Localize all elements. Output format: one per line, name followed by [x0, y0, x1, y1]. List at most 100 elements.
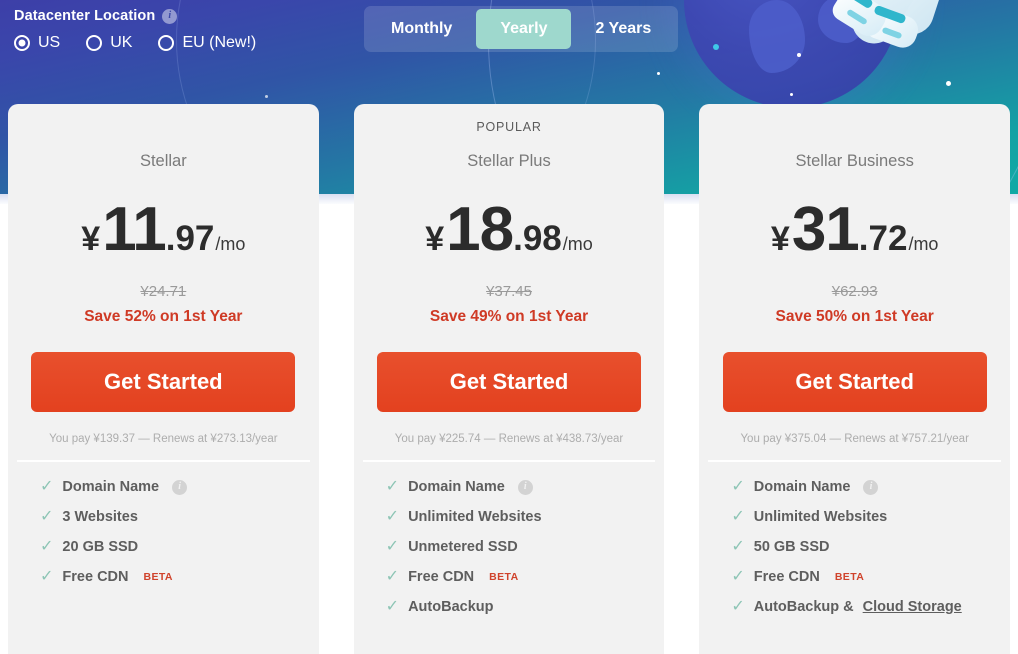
currency-symbol: ¥ [81, 222, 100, 256]
datacenter-title-row: Datacenter Location i [14, 8, 282, 24]
check-icon: ✓ [386, 539, 399, 555]
original-price: ¥62.93 [699, 283, 1010, 300]
check-icon: ✓ [386, 479, 399, 495]
renewal-note: You pay ¥375.04 — Renews at ¥757.21/year [699, 433, 1010, 445]
price-period: /mo [563, 234, 593, 255]
info-icon[interactable]: i [863, 480, 878, 495]
feature-label: Domain Name [408, 479, 505, 495]
check-icon: ✓ [386, 599, 399, 615]
radio-label-uk: UK [110, 34, 132, 52]
star-decoration [946, 81, 951, 86]
radio-circle-us[interactable] [14, 35, 30, 51]
feature-label: 3 Websites [62, 509, 138, 525]
check-icon: ✓ [731, 599, 744, 615]
list-item: ✓ Free CDN BETA [386, 569, 665, 585]
original-price: ¥37.45 [354, 283, 665, 300]
list-item: ✓ Unlimited Websites [386, 509, 665, 525]
badge-placeholder [8, 119, 319, 136]
feature-label: Unlimited Websites [754, 509, 887, 525]
popular-badge: POPULAR [354, 119, 665, 136]
list-item: ✓ AutoBackup [386, 599, 665, 615]
radio-label-us: US [38, 34, 60, 52]
check-icon: ✓ [386, 569, 399, 585]
info-icon[interactable]: i [172, 480, 187, 495]
savings-text: Save 50% on 1st Year [699, 308, 1010, 326]
pricing-card-stellar-business: Stellar Business ¥ 31 .72 /mo ¥62.93 Sav… [699, 104, 1010, 654]
currency-symbol: ¥ [771, 222, 790, 256]
price-display: ¥ 18 .98 /mo [354, 199, 665, 261]
check-icon: ✓ [731, 509, 744, 525]
renewal-note: You pay ¥139.37 — Renews at ¥273.13/year [8, 433, 319, 445]
pricing-cards: Stellar ¥ 11 .97 /mo ¥24.71 Save 52% on … [8, 104, 1010, 654]
radio-option-us[interactable]: US [14, 34, 60, 52]
feature-label: Domain Name [754, 479, 851, 495]
feature-list: ✓ Domain Name i ✓ Unlimited Websites ✓ 5… [699, 479, 1010, 615]
radio-option-uk[interactable]: UK [86, 34, 132, 52]
beta-badge: BETA [835, 571, 864, 583]
check-icon: ✓ [731, 569, 744, 585]
feature-label: Free CDN [754, 569, 820, 585]
star-decoration [657, 72, 660, 75]
feature-list: ✓ Domain Name i ✓ Unlimited Websites ✓ U… [354, 479, 665, 615]
feature-label: Free CDN [408, 569, 474, 585]
info-icon[interactable]: i [162, 9, 177, 24]
price-period: /mo [908, 234, 938, 255]
beta-badge: BETA [143, 571, 172, 583]
pricing-card-stellar-plus: POPULAR Stellar Plus ¥ 18 .98 /mo ¥37.45… [354, 104, 665, 654]
price-decimal: .98 [513, 221, 562, 256]
price-whole: 18 [446, 199, 513, 261]
check-icon: ✓ [40, 539, 53, 555]
list-item: ✓ 3 Websites [40, 509, 319, 525]
feature-label: 20 GB SSD [62, 539, 138, 555]
radio-circle-eu[interactable] [158, 35, 174, 51]
get-started-button[interactable]: Get Started [723, 352, 987, 412]
check-icon: ✓ [40, 569, 53, 585]
card-divider [17, 460, 310, 462]
list-item: ✓ 50 GB SSD [731, 539, 1010, 555]
price-whole: 31 [792, 199, 859, 261]
badge-placeholder [699, 119, 1010, 136]
original-price: ¥24.71 [8, 283, 319, 300]
price-decimal: .97 [166, 221, 215, 256]
list-item: ✓ Domain Name i [40, 479, 319, 495]
check-icon: ✓ [731, 479, 744, 495]
feature-label: Free CDN [62, 569, 128, 585]
price-decimal: .72 [859, 221, 908, 256]
check-icon: ✓ [40, 509, 53, 525]
list-item: ✓ Unmetered SSD [386, 539, 665, 555]
tab-2-years[interactable]: 2 Years [571, 9, 675, 49]
check-icon: ✓ [386, 509, 399, 525]
feature-list: ✓ Domain Name i ✓ 3 Websites ✓ 20 GB SSD… [8, 479, 319, 585]
currency-symbol: ¥ [425, 222, 444, 256]
feature-label: Domain Name [62, 479, 159, 495]
plan-name: Stellar Plus [354, 152, 665, 171]
star-decoration [265, 95, 268, 98]
astronaut-illustration [810, 0, 960, 68]
tab-monthly[interactable]: Monthly [367, 9, 476, 49]
list-item: ✓ Domain Name i [386, 479, 665, 495]
plan-name: Stellar Business [699, 152, 1010, 171]
beta-badge: BETA [489, 571, 518, 583]
list-item: ✓ Domain Name i [731, 479, 1010, 495]
list-item: ✓ AutoBackup & Cloud Storage [731, 599, 1010, 615]
datacenter-radio-group: US UK EU (New!) [14, 34, 282, 52]
feature-label: AutoBackup [408, 599, 493, 615]
radio-circle-uk[interactable] [86, 35, 102, 51]
card-divider [708, 460, 1001, 462]
datacenter-title: Datacenter Location [14, 8, 155, 24]
check-icon: ✓ [40, 479, 53, 495]
plan-name: Stellar [8, 152, 319, 171]
get-started-button[interactable]: Get Started [31, 352, 295, 412]
radio-option-eu[interactable]: EU (New!) [158, 34, 256, 52]
cloud-storage-link[interactable]: Cloud Storage [863, 599, 962, 615]
check-icon: ✓ [731, 539, 744, 555]
info-icon[interactable]: i [518, 480, 533, 495]
list-item: ✓ Free CDN BETA [40, 569, 319, 585]
star-decoration [790, 93, 793, 96]
price-display: ¥ 11 .97 /mo [8, 199, 319, 261]
get-started-button[interactable]: Get Started [377, 352, 641, 412]
feature-label: Unmetered SSD [408, 539, 518, 555]
tab-yearly[interactable]: Yearly [476, 9, 571, 49]
pricing-card-stellar: Stellar ¥ 11 .97 /mo ¥24.71 Save 52% on … [8, 104, 319, 654]
renewal-note: You pay ¥225.74 — Renews at ¥438.73/year [354, 433, 665, 445]
